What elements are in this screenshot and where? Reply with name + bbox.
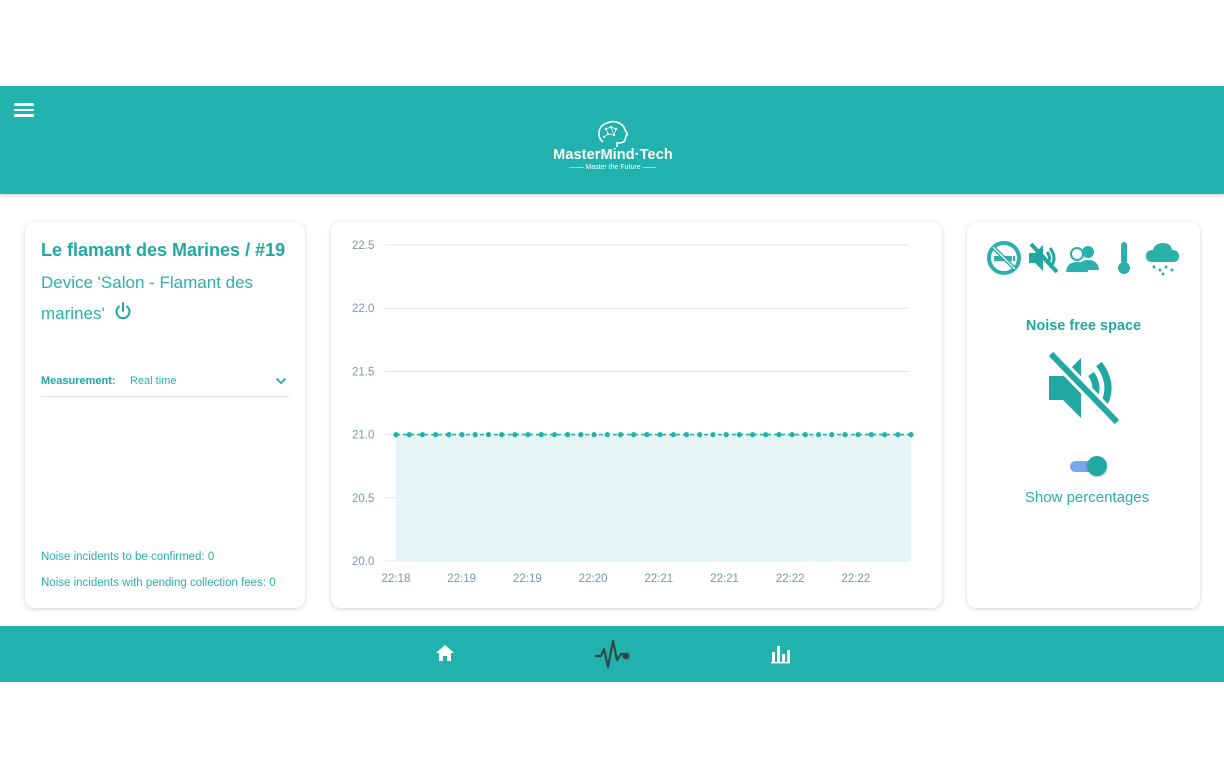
data-point (644, 432, 650, 438)
data-point (789, 432, 795, 438)
no-smoking-icon (987, 241, 1021, 275)
data-point (855, 432, 861, 438)
data-point (419, 432, 426, 438)
y-tick-label: 22.0 (352, 303, 374, 315)
data-point (670, 432, 676, 438)
x-tick-label: 22:22 (842, 573, 871, 585)
incidents-to-confirm: Noise incidents to be confirmed: 0 (41, 551, 215, 563)
device-info-card: Le flamant des Marines / #19 Device 'Sal… (25, 222, 305, 608)
data-point (697, 432, 703, 438)
y-tick-label: 20.5 (352, 493, 374, 505)
activity-pulse-icon[interactable] (593, 639, 631, 674)
bar-chart-icon[interactable] (769, 643, 791, 670)
volume-off-icon (1046, 350, 1122, 426)
data-point (525, 432, 531, 438)
bottom-nav-bar (0, 626, 1224, 682)
data-point (578, 432, 584, 438)
x-tick-label: 22:22 (776, 573, 805, 585)
data-point (591, 432, 597, 438)
device-title: Device 'Salon - Flamant des marines' (41, 273, 254, 323)
data-point (829, 432, 835, 438)
y-tick-label: 21.5 (352, 366, 374, 378)
data-point (815, 432, 822, 438)
people-icon (1066, 246, 1099, 272)
app-header: MasterMind·Tech —— Master the Future —— (0, 86, 1224, 194)
data-point (895, 432, 901, 438)
series-area (396, 434, 911, 561)
measurement-chart-card: 20.0 20.5 21.0 21.5 22.0 22.5 22:18 22:19 22:19 2… (331, 222, 942, 608)
measurement-chart: 20.0 20.5 21.0 21.5 22.0 22.5 22:18 22:19 22:19 2… (352, 240, 914, 585)
status-title: Noise free space (1025, 318, 1142, 334)
data-point (908, 432, 914, 438)
logo-tagline: —— Master the Future —— (569, 164, 657, 171)
y-tick-label: 20.0 (352, 556, 374, 568)
data-point (485, 432, 492, 438)
incidents-pending-fees: Noise incidents with pending collection … (41, 577, 276, 589)
rain-cloud-icon (1146, 243, 1179, 276)
data-point (393, 432, 399, 438)
data-point (538, 432, 544, 438)
data-point (763, 432, 769, 438)
location-title: Le flamant des Marines / #19 (41, 240, 286, 260)
data-point (499, 432, 505, 438)
status-card: Noise free space Show percentages (967, 222, 1200, 608)
toggle-thumb (1087, 456, 1107, 476)
data-point (723, 432, 729, 438)
mastermind-tech-logo: MasterMind·Tech —— Master the Future —— (548, 118, 678, 174)
data-point (604, 432, 610, 438)
x-tick-label: 22:19 (513, 573, 542, 585)
x-tick-label: 22:21 (710, 573, 739, 585)
x-tick-label: 22:21 (644, 573, 673, 585)
data-point (683, 432, 690, 438)
chevron-down-icon (275, 376, 287, 389)
thermometer-icon (1118, 242, 1130, 274)
status-icons-row (986, 240, 1186, 280)
data-point (868, 432, 874, 438)
measurement-select[interactable]: Measurement: Real time (41, 372, 289, 397)
show-percentages-label: Show percentages (1024, 489, 1150, 506)
hamburger-menu-icon[interactable] (12, 100, 36, 120)
home-icon[interactable] (434, 642, 456, 669)
data-point (631, 432, 637, 438)
data-point (617, 432, 624, 438)
measurement-value: Real time (130, 375, 177, 387)
measurement-label: Measurement: (41, 375, 116, 387)
noise-free-icon (1029, 242, 1059, 274)
data-point (565, 432, 571, 438)
data-point (512, 432, 518, 438)
brain-head-icon (598, 120, 628, 147)
show-percentages-toggle[interactable] (1070, 456, 1107, 476)
data-point (749, 432, 756, 438)
x-tick-label: 22:20 (579, 573, 608, 585)
logo-name: MasterMind·Tech (553, 147, 673, 163)
data-point (881, 432, 888, 438)
data-point (551, 432, 558, 438)
y-tick-label: 22.5 (352, 240, 374, 252)
x-tick-label: 22:19 (447, 573, 476, 585)
data-point (736, 432, 742, 438)
data-point (446, 432, 452, 438)
data-point (776, 432, 782, 438)
power-icon[interactable] (113, 300, 133, 331)
data-point (406, 432, 412, 438)
x-tick-label: 22:18 (382, 573, 411, 585)
data-point (710, 432, 716, 438)
data-point (459, 432, 465, 438)
data-point (842, 432, 848, 438)
data-point (433, 432, 439, 438)
data-point (657, 432, 663, 438)
device-title-block: Device 'Salon - Flamant des marines' (41, 267, 291, 331)
data-point (802, 432, 808, 438)
y-tick-label: 21.0 (352, 430, 374, 442)
data-point (472, 432, 478, 438)
